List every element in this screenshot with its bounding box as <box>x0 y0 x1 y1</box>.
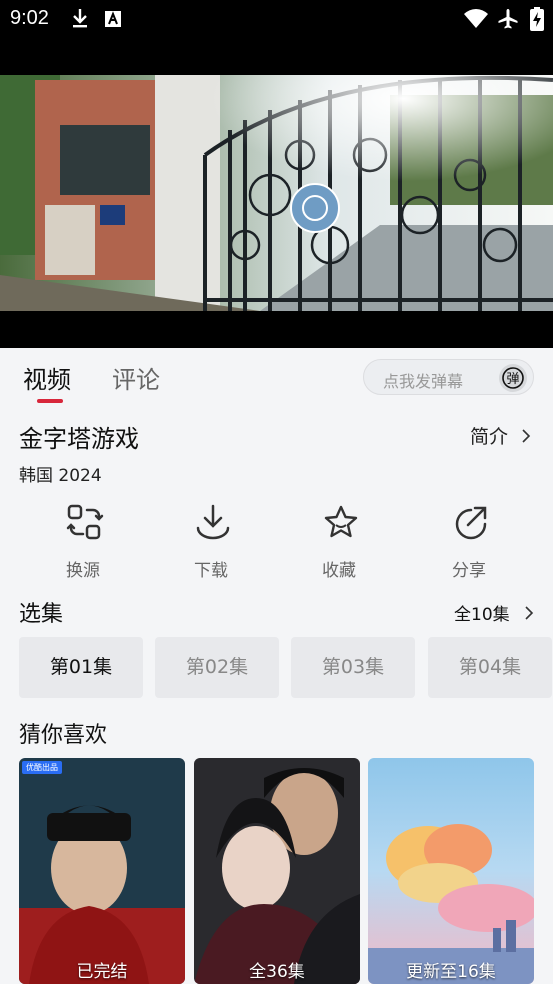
battery-charging-icon <box>530 7 544 31</box>
download-icon <box>196 504 230 540</box>
danmu-input[interactable]: 点我发弹幕 弹 <box>363 359 534 395</box>
svg-text:弹: 弹 <box>506 372 519 387</box>
episodes-count-link[interactable]: 全10集 <box>454 600 535 625</box>
producer-tag: 优酷出品 <box>22 761 62 774</box>
poster-image <box>368 758 534 984</box>
favorite-label: 收藏 <box>322 561 356 581</box>
download-label: 下载 <box>194 561 228 581</box>
danmu-toggle-button[interactable]: 弹 <box>499 364 527 392</box>
recommend-badge: 全36集 <box>249 962 305 982</box>
switch-source-icon <box>66 504 104 540</box>
recommend-badge: 已完结 <box>76 962 128 982</box>
download-notification-icon <box>73 9 87 28</box>
share-label: 分享 <box>452 561 486 581</box>
poster-image <box>19 758 185 984</box>
share-button[interactable]: 分享 <box>429 500 509 581</box>
recommend-title: 猜你喜欢 <box>19 723 108 748</box>
episode-item[interactable]: 第02集 <box>155 637 279 698</box>
switch-source-button[interactable]: 换源 <box>43 500 123 581</box>
recommend-card[interactable]: 更新至16集 <box>368 758 534 984</box>
recommend-card[interactable]: 全36集 <box>194 758 360 984</box>
share-icon <box>455 506 487 540</box>
show-title: 金字塔游戏 <box>19 425 139 453</box>
poster-image <box>194 758 360 984</box>
chevron-right-icon <box>522 429 531 443</box>
video-frame[interactable] <box>0 75 553 311</box>
wifi-icon <box>464 9 488 28</box>
text-notification-icon <box>105 11 121 27</box>
status-time: 9:02 <box>10 7 49 29</box>
episodes-count-label: 全10集 <box>454 605 510 625</box>
episode-item[interactable]: 第03集 <box>291 637 415 698</box>
tab-video[interactable]: 视频 <box>23 360 71 395</box>
tab-comment[interactable]: 评论 <box>112 360 160 395</box>
status-bar: 9:02 <box>0 0 553 38</box>
chevron-right-icon <box>525 606 534 620</box>
airplane-mode-icon <box>498 9 518 29</box>
episodes-title: 选集 <box>19 602 64 627</box>
intro-link[interactable]: 简介 <box>470 422 532 449</box>
show-meta: 韩国 2024 <box>19 466 102 486</box>
danmu-icon: 弹 <box>502 367 524 389</box>
tab-bar: 视频 评论 点我发弹幕 弹 <box>0 348 553 408</box>
episode-item[interactable]: 第01集 <box>19 637 143 698</box>
star-icon <box>324 505 358 538</box>
download-button[interactable]: 下载 <box>171 500 251 581</box>
danmu-placeholder: 点我发弹幕 <box>383 372 464 391</box>
recommend-card[interactable]: 优酷出品 已完结 <box>19 758 185 984</box>
recommend-badge: 更新至16集 <box>406 962 496 982</box>
episode-item[interactable]: 第04集 <box>428 637 552 698</box>
switch-source-label: 换源 <box>66 561 100 581</box>
intro-label: 简介 <box>470 426 509 448</box>
favorite-button[interactable]: 收藏 <box>299 500 379 581</box>
active-tab-indicator <box>37 399 63 403</box>
